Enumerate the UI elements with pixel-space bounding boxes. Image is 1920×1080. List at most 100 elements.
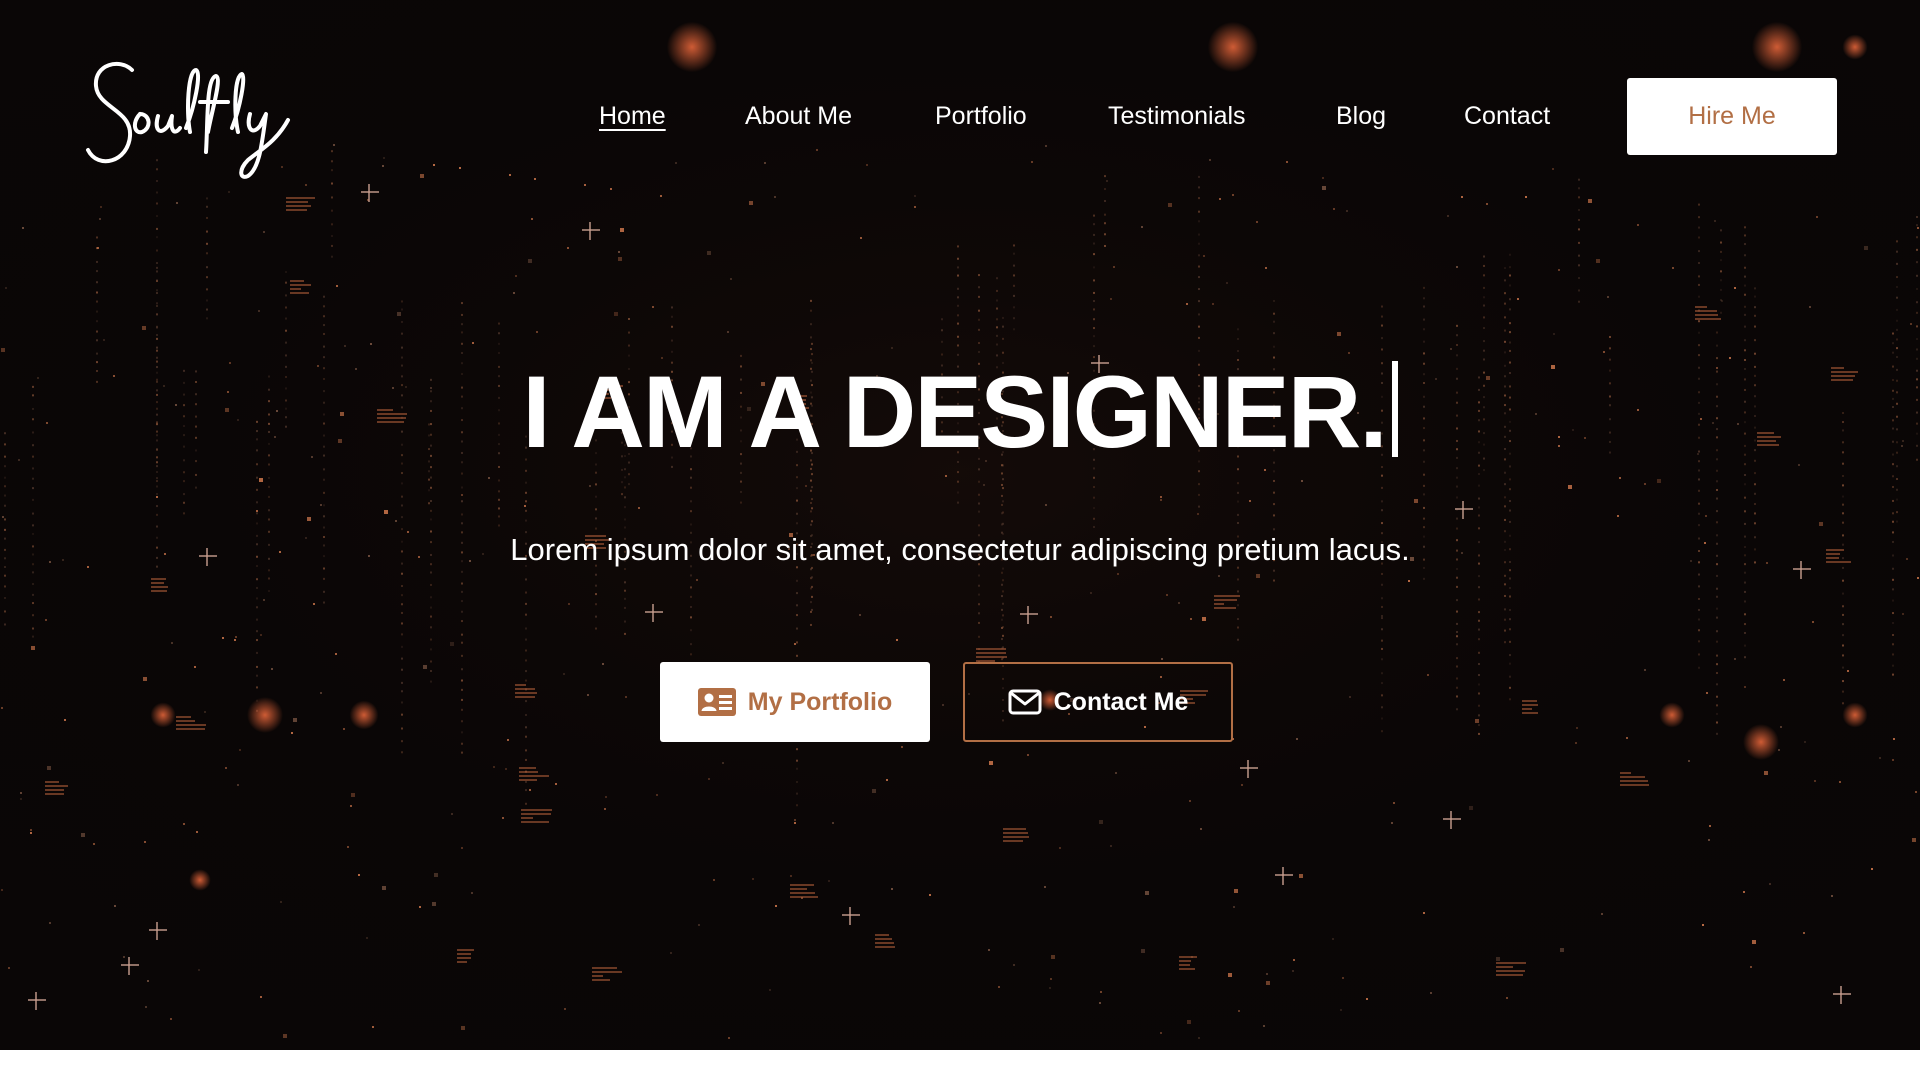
particle-dot <box>1198 233 1200 236</box>
particle-dot <box>605 796 607 798</box>
particle-dot <box>498 479 500 482</box>
particle-dot <box>1509 308 1511 311</box>
particle-dot <box>461 486 463 489</box>
particle-dot <box>529 789 531 791</box>
particle-dot <box>1698 573 1700 576</box>
particle-dot <box>1588 199 1592 203</box>
particle-dot <box>1002 500 1004 503</box>
particle-dot <box>614 312 618 316</box>
particle-dot <box>978 612 980 615</box>
particle-dot <box>525 491 527 494</box>
particle-dot <box>428 489 430 492</box>
particle-dot <box>1456 622 1458 625</box>
particle-dot <box>237 784 239 786</box>
code-dash <box>1695 318 1721 320</box>
nav-item-contact[interactable]: Contact <box>1464 98 1550 134</box>
particle-dot <box>1456 610 1458 613</box>
plus-sparkle <box>1462 501 1464 519</box>
particle-dot <box>1198 300 1200 303</box>
my-portfolio-button[interactable]: My Portfolio <box>660 662 930 742</box>
particle-dot <box>8 967 10 969</box>
code-dash <box>176 728 205 730</box>
hire-me-button[interactable]: Hire Me <box>1627 78 1837 155</box>
particle-dot <box>156 302 158 305</box>
particle-dot <box>1 889 3 891</box>
particle-dot <box>587 694 589 696</box>
particle-dot <box>493 766 495 768</box>
particle-dot <box>22 227 24 229</box>
particle-dot <box>671 306 673 309</box>
particle-dot <box>204 711 206 713</box>
particle-dot <box>1847 670 1849 672</box>
particle-dot <box>1160 499 1162 501</box>
nav-item-blog[interactable]: Blog <box>1336 98 1386 134</box>
particle-dot <box>1568 485 1572 489</box>
particle-dot <box>515 275 517 277</box>
particle-dot <box>268 495 270 498</box>
particle-dot <box>1916 311 1918 314</box>
hero-subtitle: Lorem ipsum dolor sit amet, consectetur … <box>510 532 1410 567</box>
particle-dot <box>1104 175 1106 178</box>
particle-dot <box>1381 682 1383 685</box>
particle-dot <box>1381 694 1383 697</box>
particle-dot <box>1381 639 1383 642</box>
particle-dot <box>1578 187 1580 190</box>
particle-dot <box>957 304 959 307</box>
particle-dot <box>1644 669 1646 671</box>
particle-dot <box>260 634 262 636</box>
particle-dot <box>268 485 270 488</box>
particle-dot <box>156 496 158 498</box>
particle-dot <box>796 592 798 595</box>
particle-dot <box>401 346 403 349</box>
particle-dot <box>1050 616 1052 618</box>
code-dash <box>592 967 617 969</box>
particle-dot <box>430 615 432 618</box>
particle-dot <box>1916 236 1918 239</box>
particle-dot <box>461 494 463 496</box>
particle-dot <box>430 476 432 479</box>
particle-dot <box>156 215 158 218</box>
particle-dot <box>832 822 834 824</box>
particle-dot <box>1716 344 1718 347</box>
code-dash <box>592 975 603 977</box>
particle-dot <box>810 610 812 613</box>
particle-dot <box>886 779 888 781</box>
particle-dot <box>461 342 463 345</box>
particle-dot <box>749 201 753 205</box>
code-dash <box>1214 607 1236 609</box>
particle-dot <box>671 339 673 342</box>
particle-dot <box>811 473 813 476</box>
particle-dot <box>401 504 403 507</box>
particle-dot <box>1232 194 1234 196</box>
nav-item-portfolio[interactable]: Portfolio <box>935 98 1027 134</box>
particle-dot <box>4 494 6 497</box>
contact-me-button[interactable]: Contact Me <box>963 662 1233 742</box>
particle-dot <box>595 603 597 606</box>
particle-dot <box>461 641 463 644</box>
particle-dot <box>1698 226 1700 229</box>
particle-dot <box>525 500 527 503</box>
particle-dot <box>1093 279 1095 282</box>
nav-item-testimonials[interactable]: Testimonials <box>1108 98 1246 134</box>
particle-dot <box>206 252 208 255</box>
particle-dot <box>1322 177 1324 179</box>
particle-dot <box>564 1008 566 1010</box>
nav-item-about-me[interactable]: About Me <box>745 98 852 134</box>
particle-dot <box>1504 340 1506 343</box>
nav-item-home[interactable]: Home <box>599 98 666 134</box>
particle-dot <box>1090 592 1092 594</box>
particle-dot <box>595 495 597 498</box>
particle-dot <box>620 228 624 232</box>
particle-dot <box>1013 306 1015 309</box>
particle-dot <box>957 314 959 317</box>
particle-dot <box>978 295 980 298</box>
particle-dot <box>256 488 258 491</box>
particle-dot <box>1698 283 1700 286</box>
particle-dot <box>1237 328 1239 331</box>
particle-dot <box>957 296 959 299</box>
particle-dot <box>1915 791 1917 793</box>
particle-dot <box>395 520 397 522</box>
particle-dot <box>1842 512 1844 515</box>
particle-dot <box>323 345 325 348</box>
particle-dot <box>183 512 185 515</box>
